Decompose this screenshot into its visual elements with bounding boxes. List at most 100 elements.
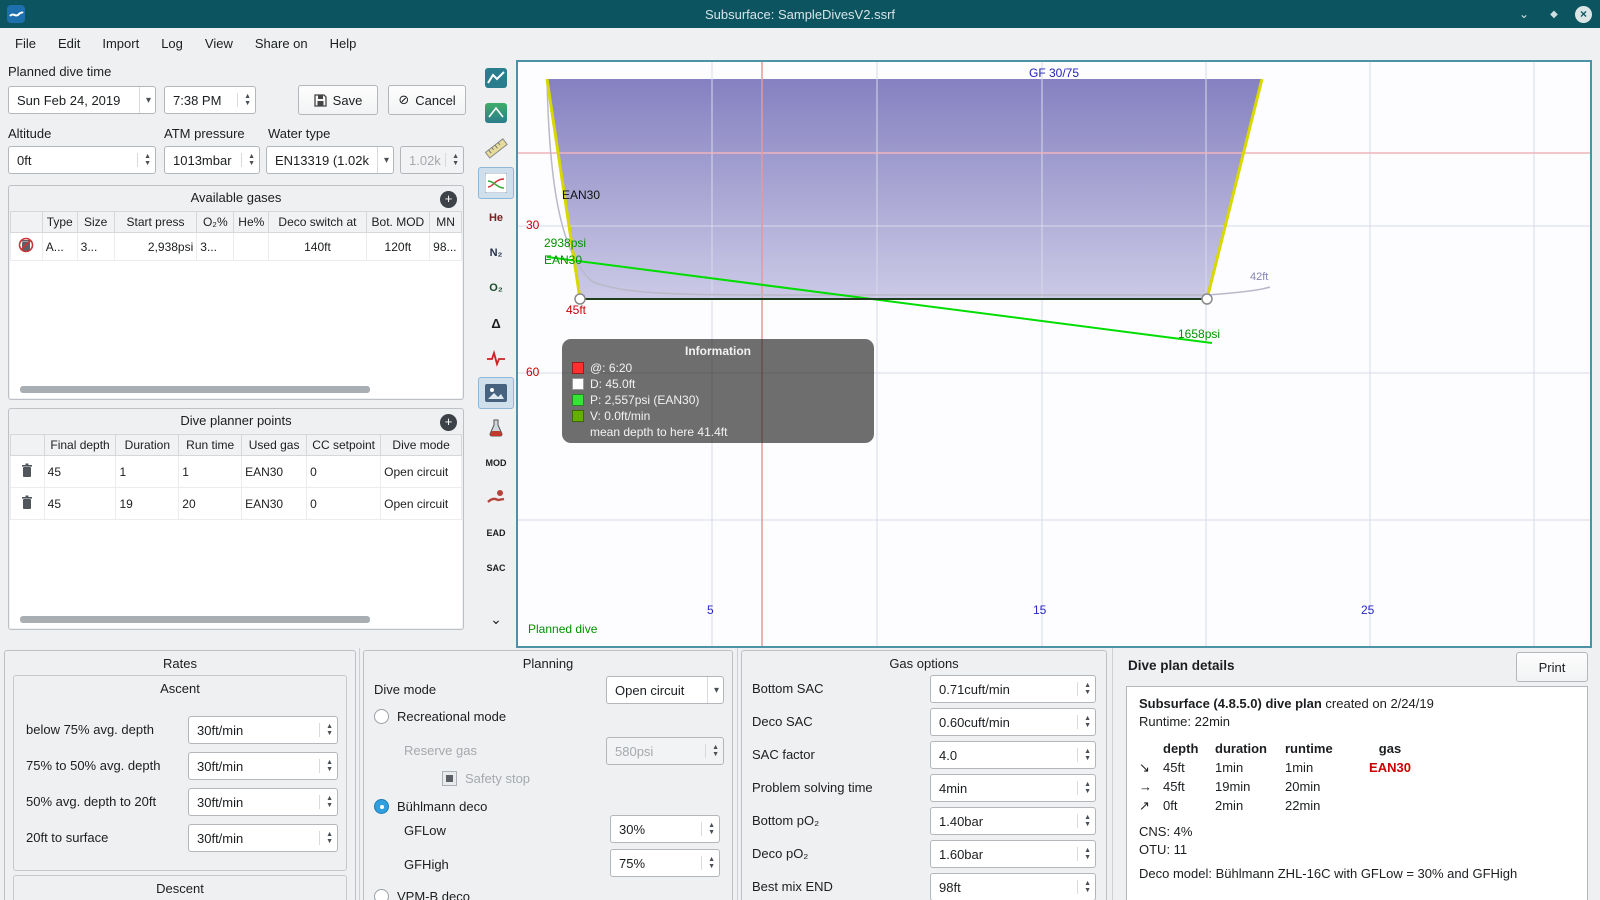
column-header-type[interactable]: Type xyxy=(41,211,78,233)
spin-down-icon[interactable]: ▼ xyxy=(244,100,251,107)
spin-down-icon[interactable]: ▼ xyxy=(144,160,151,167)
minimize-icon[interactable]: ⌄ xyxy=(1515,5,1533,23)
column-header-cc-setpoint[interactable]: CC setpoint xyxy=(306,434,382,456)
spin-down-icon[interactable]: ▼ xyxy=(326,766,333,773)
menu-view[interactable]: View xyxy=(194,31,244,56)
mod-toggle-button[interactable]: MOD xyxy=(478,447,514,479)
spin-up-icon[interactable]: ▲ xyxy=(1084,847,1091,854)
spin-up-icon[interactable]: ▲ xyxy=(244,93,251,100)
profile-handle[interactable] xyxy=(1201,293,1213,305)
information-tooltip[interactable]: Information @: 6:20 D: 45.0ft P: 2,557ps… xyxy=(562,339,874,443)
spin-up-icon[interactable]: ▲ xyxy=(1084,814,1091,821)
spin-up-icon[interactable]: ▲ xyxy=(1084,682,1091,689)
ead-toggle-button[interactable]: EAD xyxy=(478,517,514,549)
best-mix-end-spinner[interactable]: 98ft ▲ ▼ xyxy=(930,873,1096,900)
buhlmann-deco-radio[interactable]: Bühlmann deco xyxy=(374,799,487,814)
delete-gas-icon[interactable] xyxy=(18,237,34,253)
chevron-down-icon[interactable]: ▾ xyxy=(706,677,719,703)
spin-up-icon[interactable]: ▲ xyxy=(1084,748,1091,755)
spin-up-icon[interactable]: ▲ xyxy=(326,831,333,838)
add-gas-button[interactable]: + xyxy=(440,191,457,208)
scale-button[interactable] xyxy=(478,97,514,129)
n2-toggle-button[interactable]: N₂ xyxy=(478,237,514,269)
planner-point-row[interactable]: 45 19 20 EAN30 0 Open circuit xyxy=(10,487,462,520)
column-header-final-depth[interactable]: Final depth xyxy=(43,434,117,456)
gas-row[interactable]: A... 3... 2,938psi 3... 140ft 120ft 98..… xyxy=(10,232,462,261)
menu-edit[interactable]: Edit xyxy=(47,31,91,56)
recreational-mode-radio[interactable]: Recreational mode xyxy=(374,709,506,724)
deco-po2-spinner[interactable]: 1.60bar ▲ ▼ xyxy=(930,840,1096,868)
spin-down-icon[interactable]: ▼ xyxy=(452,160,459,167)
ruler-button[interactable] xyxy=(478,132,514,164)
chevron-down-icon[interactable]: ▾ xyxy=(138,87,151,113)
spin-up-icon[interactable]: ▲ xyxy=(144,153,151,160)
spin-up-icon[interactable]: ▲ xyxy=(708,822,715,829)
chevron-down-icon[interactable]: ▾ xyxy=(376,147,389,173)
dive-profile-chart[interactable]: GF 30/75 EAN30 2938psi EAN30 45ft 42ft 1… xyxy=(516,60,1592,648)
spin-down-icon[interactable]: ▼ xyxy=(326,730,333,737)
delete-point-icon[interactable] xyxy=(20,463,34,478)
spin-down-icon[interactable]: ▼ xyxy=(1084,722,1091,729)
toolbar-more-button[interactable]: ⌄ xyxy=(478,603,514,635)
spin-up-icon[interactable]: ▲ xyxy=(1084,781,1091,788)
ascent-rate-3-spinner[interactable]: 30ft/min ▲ ▼ xyxy=(188,788,338,816)
ascent-rate-4-spinner[interactable]: 30ft/min ▲ ▼ xyxy=(188,824,338,852)
titlebar[interactable]: Subsurface: SampleDivesV2.ssrf ⌄ ◆ × xyxy=(0,0,1600,28)
close-icon[interactable]: × xyxy=(1575,5,1592,23)
print-button[interactable]: Print xyxy=(1516,652,1588,682)
menu-share-on[interactable]: Share on xyxy=(244,31,319,56)
o2-toggle-button[interactable]: O₂ xyxy=(478,272,514,304)
column-header[interactable] xyxy=(10,434,45,456)
delete-point-icon[interactable] xyxy=(20,495,34,510)
spin-down-icon[interactable]: ▼ xyxy=(326,838,333,845)
spin-down-icon[interactable]: ▼ xyxy=(1084,788,1091,795)
tissues-button[interactable] xyxy=(478,412,514,444)
spin-down-icon[interactable]: ▼ xyxy=(1084,689,1091,696)
gfhigh-spinner[interactable]: 75% ▲ ▼ xyxy=(610,849,720,877)
panel-splitter[interactable] xyxy=(357,648,362,900)
spin-up-icon[interactable]: ▲ xyxy=(452,153,459,160)
spin-up-icon[interactable]: ▲ xyxy=(708,856,715,863)
bottom-sac-spinner[interactable]: 0.71cuft/min ▲ ▼ xyxy=(930,675,1096,703)
problem-solving-time-spinner[interactable]: 4min ▲ ▼ xyxy=(930,774,1096,802)
column-header[interactable] xyxy=(10,211,43,233)
cancel-button[interactable]: ⊘ Cancel xyxy=(388,85,466,115)
spin-up-icon[interactable]: ▲ xyxy=(326,795,333,802)
spin-down-icon[interactable]: ▼ xyxy=(1084,887,1091,894)
column-header-dive-mode[interactable]: Dive mode xyxy=(380,434,462,456)
menu-help[interactable]: Help xyxy=(319,31,368,56)
panel-splitter[interactable] xyxy=(1110,648,1115,900)
ascent-rate-1-spinner[interactable]: 30ft/min ▲ ▼ xyxy=(188,716,338,744)
altitude-spinner[interactable]: 0ft ▲ ▼ xyxy=(8,146,156,174)
spin-up-icon[interactable]: ▲ xyxy=(326,723,333,730)
bottom-po2-spinner[interactable]: 1.40bar ▲ ▼ xyxy=(930,807,1096,835)
column-header-bot-mod[interactable]: Bot. MOD xyxy=(365,211,431,233)
spin-down-icon[interactable]: ▼ xyxy=(1084,854,1091,861)
gflow-spinner[interactable]: 30% ▲ ▼ xyxy=(610,815,720,843)
partial-pressure-graph-button[interactable] xyxy=(478,167,514,199)
atm-pressure-spinner[interactable]: 1013mbar ▲ ▼ xyxy=(164,146,260,174)
horizontal-scrollbar[interactable] xyxy=(20,386,370,393)
maximize-icon[interactable]: ◆ xyxy=(1545,5,1563,23)
save-button[interactable]: Save xyxy=(298,85,378,115)
dc-reported-button[interactable] xyxy=(478,482,514,514)
column-header-size[interactable]: Size xyxy=(76,211,115,233)
column-header-start-press[interactable]: Start press xyxy=(113,211,198,233)
spin-down-icon[interactable]: ▼ xyxy=(708,863,715,870)
profile-chart-button[interactable] xyxy=(478,62,514,94)
spin-down-icon[interactable]: ▼ xyxy=(1084,755,1091,762)
panel-splitter[interactable] xyxy=(735,648,740,900)
spin-up-icon[interactable]: ▲ xyxy=(248,153,255,160)
column-header-he[interactable]: He% xyxy=(233,211,270,233)
ascent-rate-2-spinner[interactable]: 30ft/min ▲ ▼ xyxy=(188,752,338,780)
water-type-combobox[interactable]: EN13319 (1.02k ▾ xyxy=(266,146,394,174)
menu-file[interactable]: File xyxy=(4,31,47,56)
spin-down-icon[interactable]: ▼ xyxy=(708,829,715,836)
spin-up-icon[interactable]: ▲ xyxy=(1084,880,1091,887)
column-header-deco-switch[interactable]: Deco switch at xyxy=(268,211,367,233)
dive-mode-combobox[interactable]: Open circuit ▾ xyxy=(606,676,724,704)
time-spinner[interactable]: 7:38 PM ▲ ▼ xyxy=(164,86,256,114)
column-header-run-time[interactable]: Run time xyxy=(178,434,243,456)
spin-down-icon[interactable]: ▼ xyxy=(248,160,255,167)
add-point-button[interactable]: + xyxy=(440,414,457,431)
